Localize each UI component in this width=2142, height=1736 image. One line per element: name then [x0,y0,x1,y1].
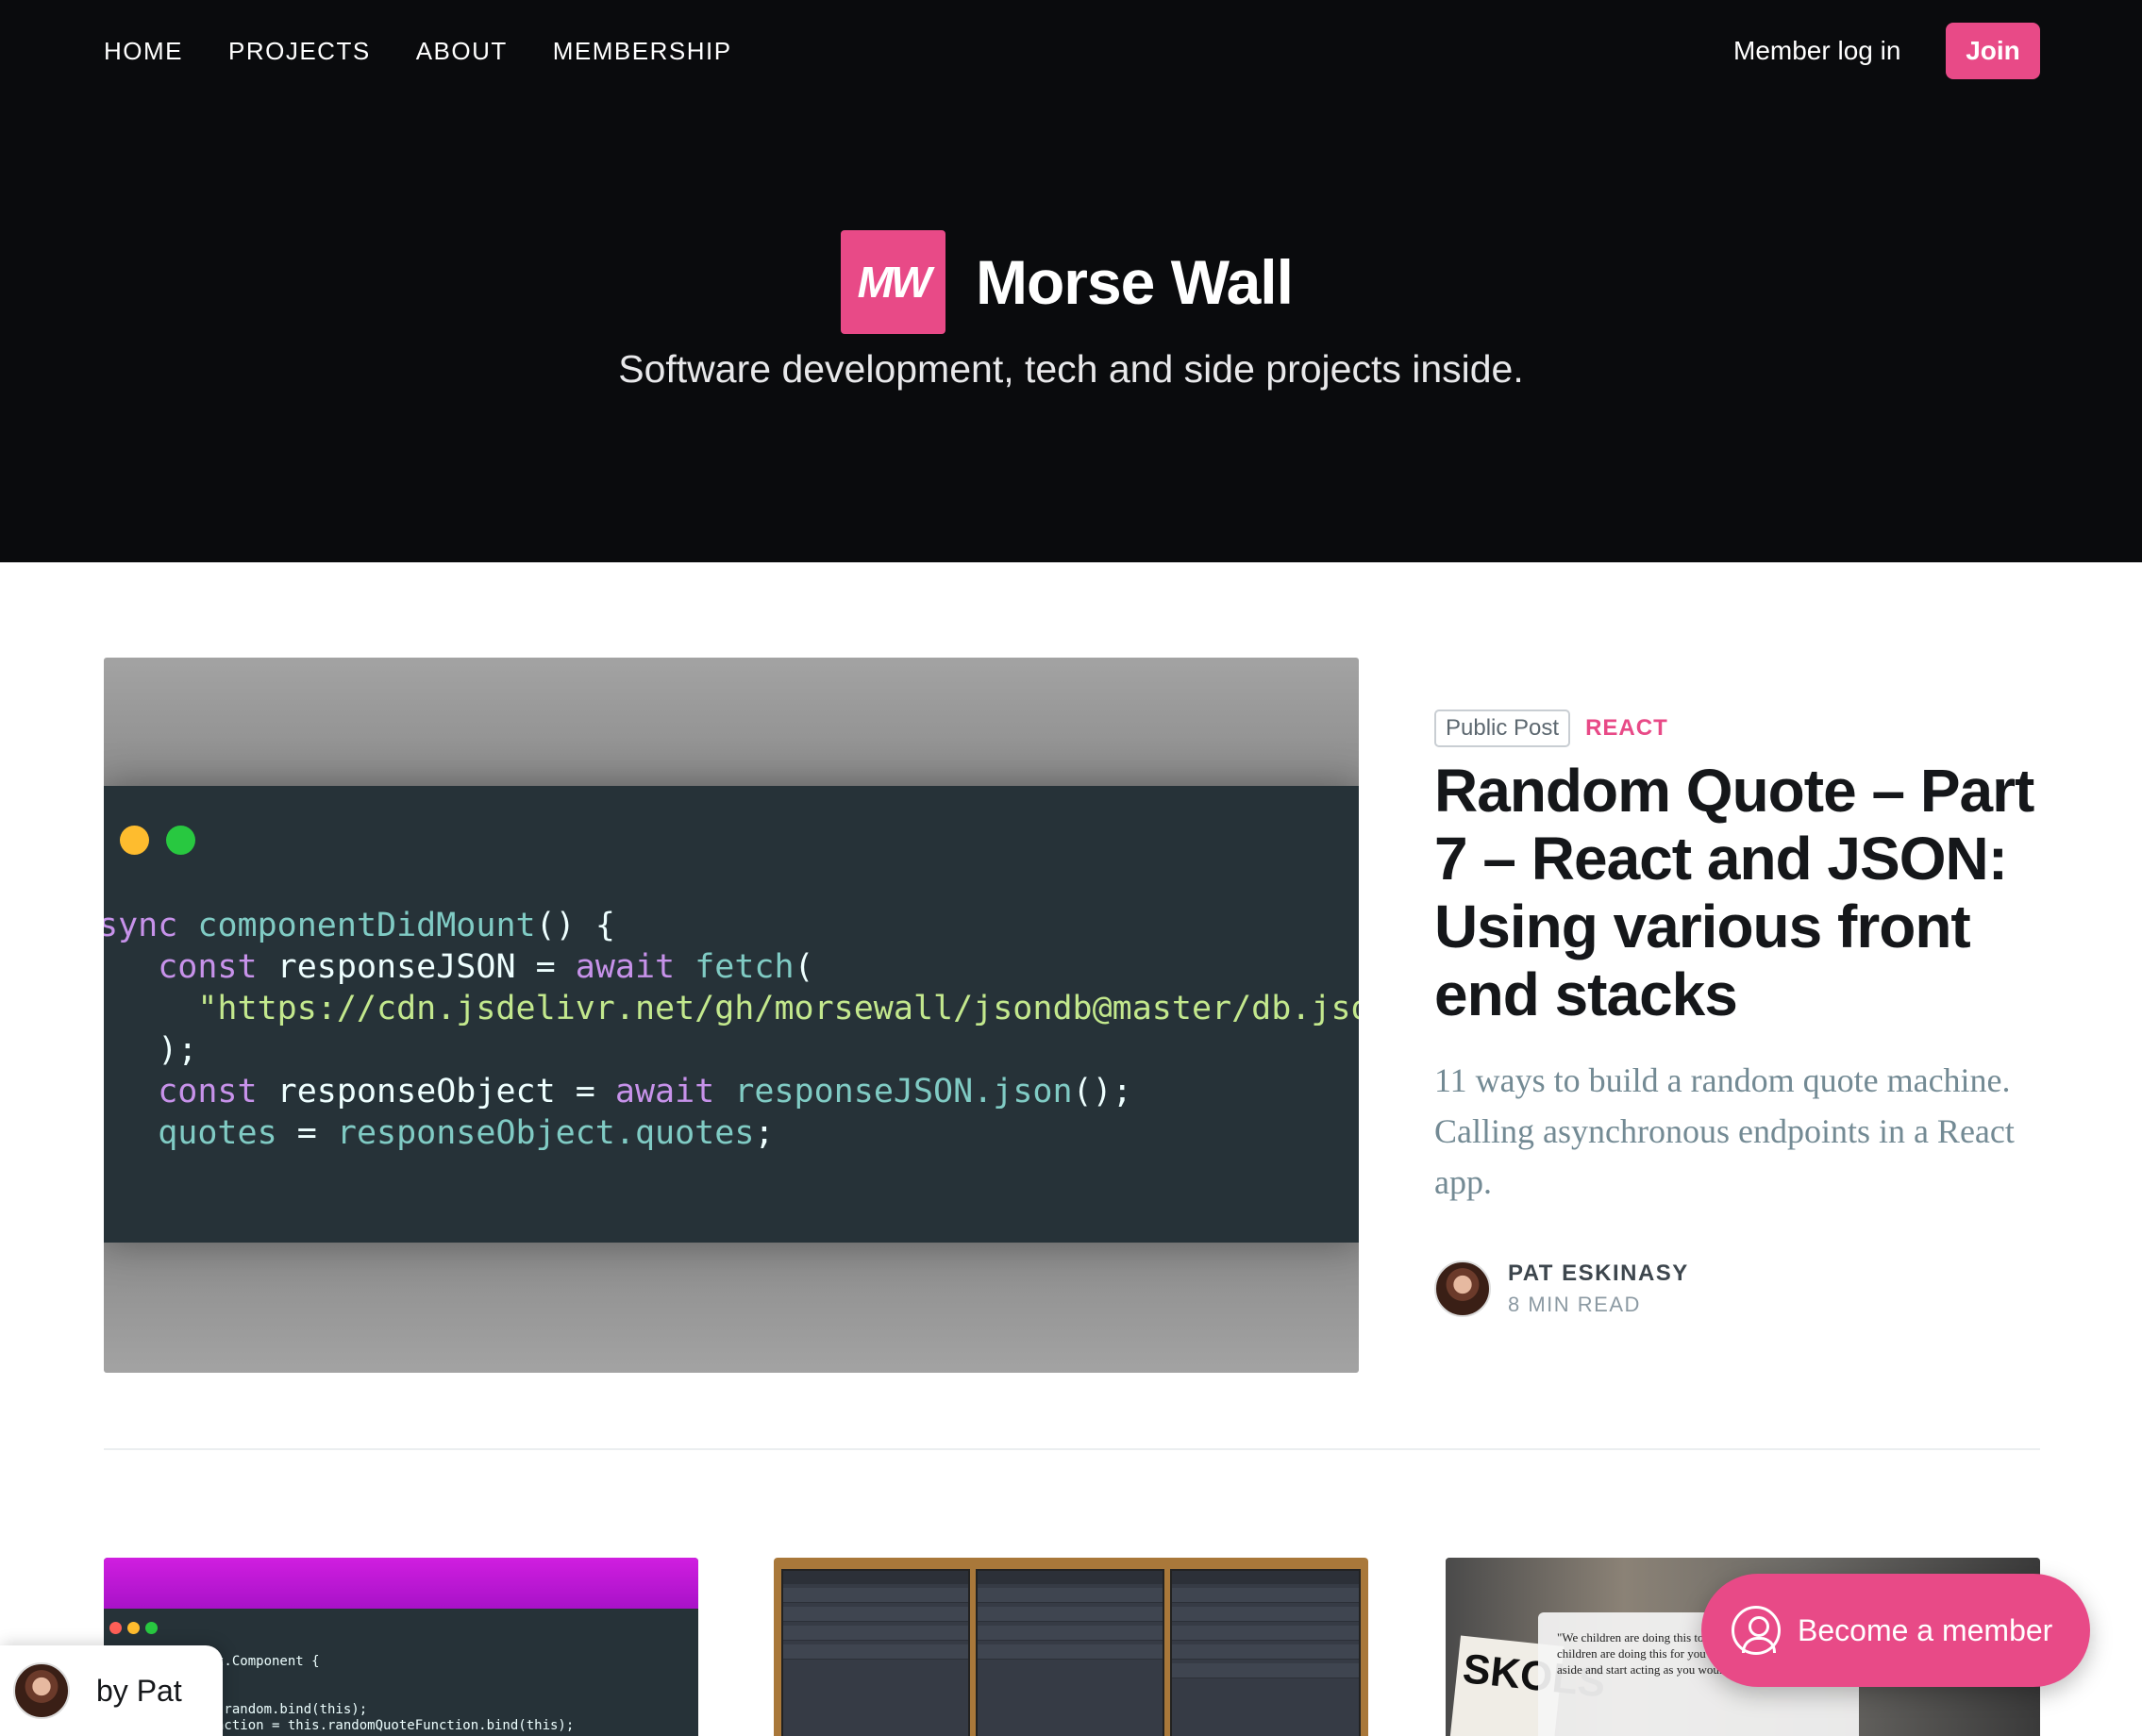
join-button[interactable]: Join [1946,23,2040,79]
nav-projects-link[interactable]: PROJECTS [228,34,371,68]
devtools-pane [976,1569,1164,1736]
devtools-pane [1170,1569,1361,1736]
main-nav: HOME PROJECTS ABOUT MEMBERSHIP [104,34,732,68]
featured-post-meta: Public Post REACT [1434,709,1668,747]
author-name[interactable]: PAT ESKINASY [1508,1260,1689,1287]
nav-membership-link[interactable]: MEMBERSHIP [553,34,732,68]
become-member-label: Become a member [1798,1612,2053,1647]
site-header: HOME PROJECTS ABOUT MEMBERSHIP Member lo… [0,0,2142,562]
pat-avatar [13,1662,70,1719]
featured-post-image[interactable]: sync componentDidMount() { const respons… [104,658,1359,1373]
site-title: Morse Wall [976,247,1294,317]
user-circle-icon [1732,1606,1781,1655]
card-header-band [104,1558,698,1609]
featured-post-excerpt[interactable]: 11 ways to build a random quote machine.… [1434,1055,2019,1208]
site-branding[interactable]: MW Morse Wall [841,230,1294,334]
by-pat-badge[interactable]: by Pat [0,1645,223,1736]
become-member-button[interactable]: Become a member [1701,1574,2090,1687]
devtools-pane [781,1569,970,1736]
by-pat-label: by Pat [96,1673,182,1708]
site-logo: MW [841,230,945,334]
site-description: Software development, tech and side proj… [618,347,1524,391]
post-tag-link[interactable]: REACT [1585,715,1668,742]
window-minimize-dot [120,826,149,855]
section-divider [104,1448,2040,1450]
window-dots [109,1622,158,1634]
author-row: PAT ESKINASY 8 MIN READ [1434,1260,1689,1317]
author-info: PAT ESKINASY 8 MIN READ [1508,1260,1689,1317]
member-login-link[interactable]: Member log in [1733,34,1900,68]
author-avatar[interactable] [1434,1260,1491,1317]
nav-about-link[interactable]: ABOUT [416,34,508,68]
featured-post-title[interactable]: Random Quote – Part 7 – React and JSON: … [1434,757,2057,1028]
read-time: 8 MIN READ [1508,1293,1641,1316]
public-post-badge: Public Post [1434,709,1571,747]
nav-home-link[interactable]: HOME [104,34,183,68]
post-card-image[interactable] [774,1558,1368,1736]
code-window: sync componentDidMount() { const respons… [104,786,1359,1243]
window-maximize-dot [166,826,195,855]
code-snippet: sync componentDidMount() { const respons… [104,907,1359,1152]
